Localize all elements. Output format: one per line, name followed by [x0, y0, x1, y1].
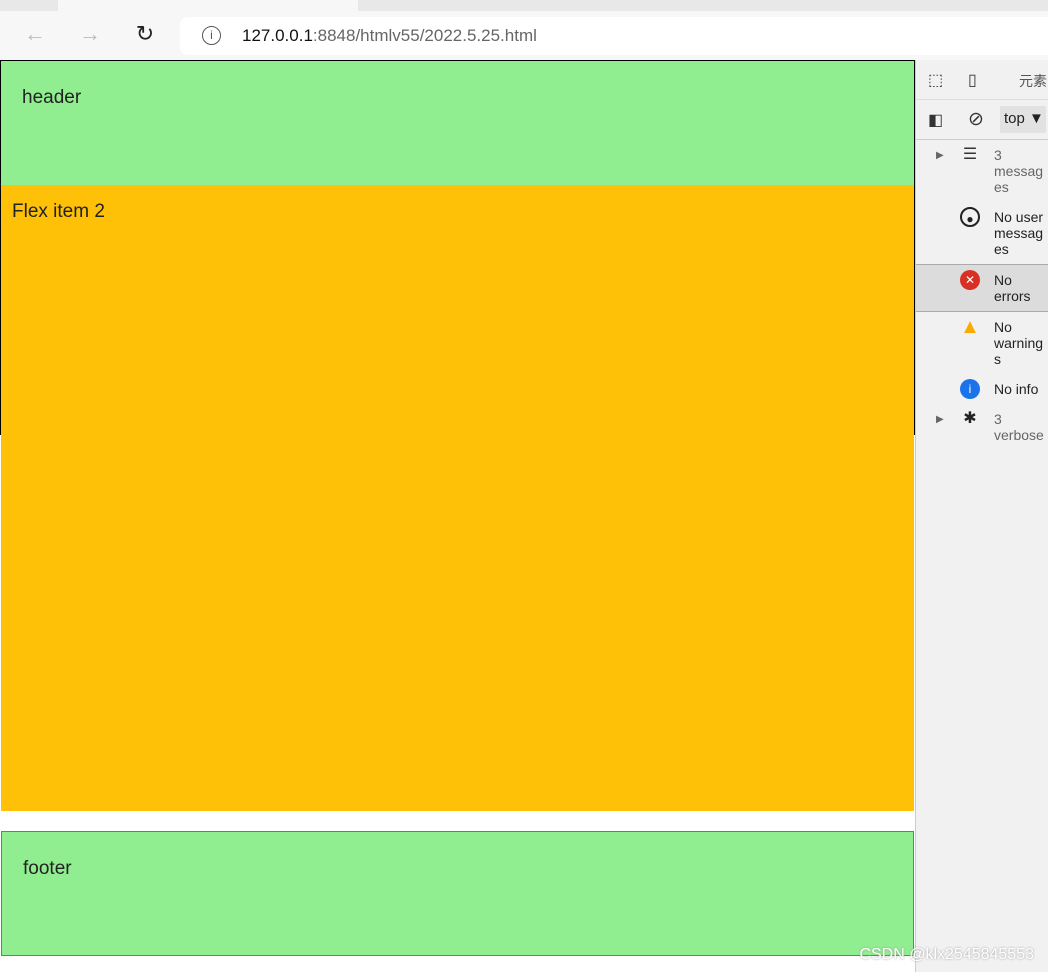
expand-icon[interactable]: ▶ [936, 412, 944, 428]
expand-icon[interactable]: ▶ [936, 148, 944, 164]
watermark: CSDN @klx2545845553 [859, 946, 1034, 963]
url-text[interactable]: 127.0.0.1:8848/htmlv55/2022.5.25.html [242, 26, 537, 46]
browser-toolbar: ← → ↻ i 127.0.0.1:8848/htmlv55/2022.5.25… [0, 11, 1048, 60]
list-item[interactable]: ✕ No errors [916, 264, 1048, 312]
error-icon: ✕ [960, 270, 980, 290]
user-icon: ● [960, 207, 980, 227]
list-item[interactable]: ▲ No warnings [916, 312, 1048, 374]
forward-icon[interactable]: → [75, 21, 105, 47]
tab-elements[interactable]: 元素 [1019, 71, 1047, 91]
inspect-icon[interactable]: ⬚ [928, 70, 943, 90]
list-item[interactable]: i No info [916, 374, 1048, 404]
info-icon[interactable]: i [202, 26, 221, 45]
device-toggle-icon[interactable]: ▯ [968, 70, 977, 90]
address-bar[interactable]: i 127.0.0.1:8848/htmlv55/2022.5.25.html [180, 17, 1048, 55]
header-block: header [1, 61, 914, 185]
back-icon[interactable]: ← [20, 21, 50, 47]
list-item[interactable]: ▶ ☰ 3 messages [916, 140, 1048, 202]
bug-icon: ✱ [963, 410, 977, 427]
devtools-panel: ⬚ ▯ 元素 ◧ ⊘ top ▼ ▶ ☰ 3 messages ● No user m… [915, 60, 1048, 972]
reload-icon[interactable]: ↻ [130, 21, 160, 47]
sidebar-toggle-icon[interactable]: ◧ [928, 110, 943, 130]
clear-console-icon[interactable]: ⊘ [968, 108, 984, 131]
context-select[interactable]: top ▼ [1000, 106, 1046, 133]
list-icon: ☰ [962, 146, 978, 163]
page-viewport: header Flex item 2 footer [0, 60, 915, 972]
footer-block: footer [1, 831, 914, 956]
tab-strip [0, 0, 1048, 11]
warning-icon: ▲ [960, 316, 980, 338]
active-tab[interactable] [58, 0, 358, 11]
flex-item-2: Flex item 2 [1, 185, 914, 811]
list-item[interactable]: ● No user messages [916, 202, 1048, 264]
info-icon: i [960, 379, 980, 399]
list-item[interactable]: ▶ ✱ 3 verbose [916, 404, 1048, 450]
